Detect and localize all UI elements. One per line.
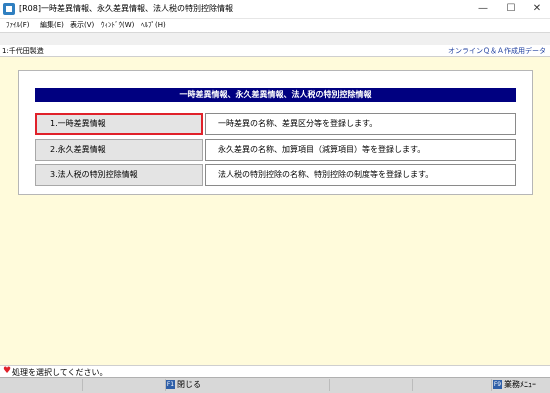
maximize-button[interactable]: ☐ <box>498 0 524 18</box>
f9-key-icon: F9 <box>493 380 502 389</box>
close-window-button[interactable]: ✕ <box>524 0 550 18</box>
menu-window[interactable]: ｳｨﾝﾄﾞｳ(W) <box>101 20 134 30</box>
menu-edit[interactable]: 編集(E) <box>40 20 64 30</box>
fkey-slot <box>413 379 492 391</box>
fkey-slot <box>0 379 83 391</box>
info-bar: 1:千代田製造 オンラインＱ＆Ａ作成用データ <box>0 45 550 57</box>
panel-header: 一時差異情報、永久差異情報、法人税の特別控除情報 <box>35 88 516 102</box>
business-menu-button[interactable]: F9 業務ﾒﾆｭｰ <box>493 379 549 391</box>
main-area: 一時差異情報、永久差異情報、法人税の特別控除情報 1.一時差異情報 一時差異の名… <box>0 57 550 365</box>
company-name: 1:千代田製造 <box>2 47 44 55</box>
app-icon <box>3 3 15 15</box>
fkey-slot <box>247 379 330 391</box>
menu-file[interactable]: ﾌｧｲﾙ(F) <box>6 20 30 30</box>
special-deduction-description: 法人税の特別控除の名称、特別控除の制度等を登録します。 <box>205 164 516 186</box>
permanent-difference-button[interactable]: 2.永久差異情報 <box>35 139 203 161</box>
minimize-button[interactable]: — <box>470 0 496 18</box>
close-button-label: 閉じる <box>177 380 201 389</box>
close-button[interactable]: F1 閉じる <box>166 379 226 391</box>
temporary-difference-description: 一時差異の名称、差異区分等を登録します。 <box>205 113 516 135</box>
menu-view[interactable]: 表示(V) <box>70 20 94 30</box>
menu-help[interactable]: ﾍﾙﾌﾟ(H) <box>141 20 166 30</box>
toolbar-area <box>0 32 550 46</box>
menu-bar: ﾌｧｲﾙ(F) 編集(E) 表示(V) ｳｨﾝﾄﾞｳ(W) ﾍﾙﾌﾟ(H) <box>0 19 550 31</box>
window-title: [R08]一時差異情報、永久差異情報、法人税の特別控除情報 <box>19 4 233 13</box>
heart-icon: ♥ <box>3 366 12 376</box>
temporary-difference-button[interactable]: 1.一時差異情報 <box>35 113 203 135</box>
business-menu-label: 業務ﾒﾆｭｰ <box>504 380 536 389</box>
fkey-slot <box>330 379 413 391</box>
f1-key-icon: F1 <box>166 380 175 389</box>
fkey-slot <box>83 379 166 391</box>
function-key-bar: F1 閉じる F9 業務ﾒﾆｭｰ <box>0 377 550 393</box>
selection-panel: 一時差異情報、永久差異情報、法人税の特別控除情報 1.一時差異情報 一時差異の名… <box>18 70 533 195</box>
data-set-label: オンラインＱ＆Ａ作成用データ <box>448 47 546 55</box>
special-deduction-button[interactable]: 3.法人税の特別控除情報 <box>35 164 203 186</box>
window-titlebar: [R08]一時差異情報、永久差異情報、法人税の特別控除情報 — ☐ ✕ <box>0 0 550 19</box>
permanent-difference-description: 永久差異の名称、加算項目（減算項目）等を登録します。 <box>205 139 516 161</box>
